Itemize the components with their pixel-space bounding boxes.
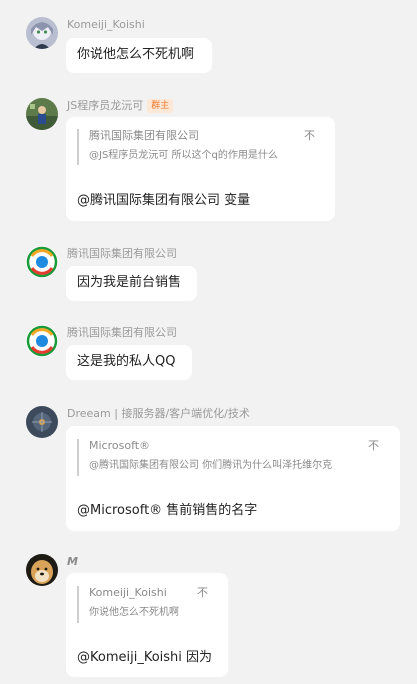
quote-sender: Komeiji_Koishi [89,586,167,599]
sender-name[interactable]: 腾讯国际集团有限公司 [67,247,177,261]
message-bubble[interactable]: 腾讯国际集团有限公司 不 @JS程序员龙沅可 所以这个q的作用是什么 @腾讯国际… [66,117,335,221]
quote-close-icon[interactable]: 不 [368,439,379,453]
message-text: @Microsoft® 售前销售的名字 [77,503,258,518]
message-bubble[interactable]: Komeiji_Koishi 不 你说他怎么不死机啊 @Komeiji_Kois… [66,573,228,677]
owner-badge: 群主 [147,99,174,113]
sender-name[interactable]: JS程序员龙沅可 群主 [67,99,174,113]
quote-text: @JS程序员龙沅可 所以这个q的作用是什么 [89,150,278,161]
sender-name[interactable]: Dreeam | 接服务器/客户端优化/技术 [67,407,250,421]
quote-text: @腾讯国际集团有限公司 你们腾讯为什么叫泽托维尔克 [89,460,333,471]
avatar[interactable] [26,325,58,357]
sender-name[interactable]: 腾讯国际集团有限公司 [67,326,177,340]
message-text: @Komeiji_Koishi 因为 [77,650,213,665]
sender-name[interactable]: Komeiji_Koishi [67,18,145,32]
quoted-reply[interactable]: 腾讯国际集团有限公司 不 @JS程序员龙沅可 所以这个q的作用是什么 [77,129,323,165]
quote-close-icon[interactable]: 不 [197,586,208,600]
sender-name-text: JS程序员龙沅可 [67,99,144,112]
avatar[interactable] [26,17,58,49]
message-text: 你说他怎么不死机啊 [77,47,195,62]
chat-message-list: Komeiji_Koishi 你说他怎么不死机啊 JS程序员龙沅可 群主 腾讯国际… [0,0,417,684]
message-bubble[interactable]: 因为我是前台销售 [66,266,197,301]
message-text: @腾讯国际集团有限公司 变量 [77,193,251,208]
quote-sender: 腾讯国际集团有限公司 [89,129,199,142]
quoted-reply[interactable]: Microsoft® 不 @腾讯国际集团有限公司 你们腾讯为什么叫泽托维尔克 [77,439,387,476]
avatar[interactable] [26,554,58,586]
sender-name[interactable]: M [67,555,78,569]
quoted-reply[interactable]: Komeiji_Koishi 不 你说他怎么不死机啊 [77,586,219,623]
quote-close-icon[interactable]: 不 [304,129,315,143]
message-bubble[interactable]: 你说他怎么不死机啊 [66,38,212,73]
message-text: 这是我的私人QQ [77,354,176,369]
message-bubble[interactable]: 这是我的私人QQ [66,345,192,380]
avatar[interactable] [26,246,58,278]
quote-sender: Microsoft® [89,439,151,452]
avatar[interactable] [26,406,58,438]
quote-text: 你说他怎么不死机啊 [89,607,179,618]
avatar[interactable] [26,98,58,130]
message-bubble[interactable]: Microsoft® 不 @腾讯国际集团有限公司 你们腾讯为什么叫泽托维尔克 @… [66,426,400,531]
message-text: 因为我是前台销售 [77,275,182,290]
